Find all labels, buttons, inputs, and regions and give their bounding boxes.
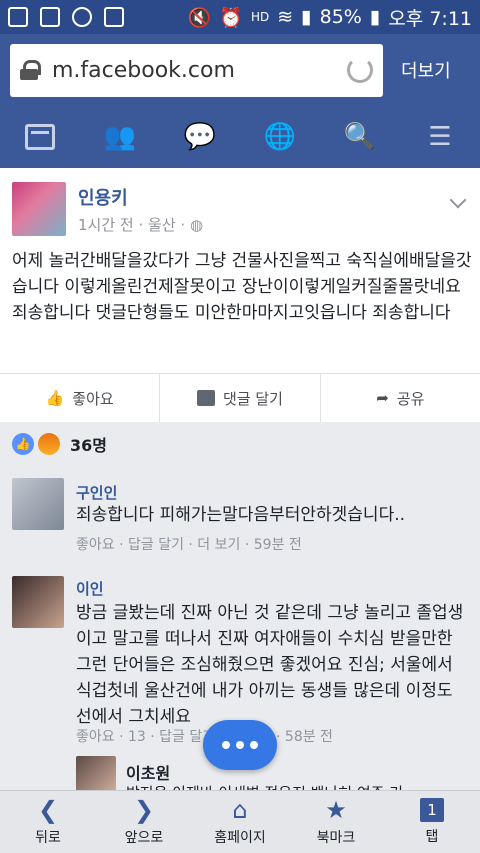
home-button[interactable]: ⌂ 홈페이지 [195, 797, 285, 847]
post-card: 인용키 1시간 전 · 울산 · ◍ 어제 놀러간배달을갔다가 그냥 건물사진을… [0, 168, 480, 422]
wifi-icon: ≋ [277, 6, 294, 28]
chevron-right-icon: ❯ [133, 796, 155, 824]
app-icon [72, 7, 92, 27]
post-actions: 👍 좋아요 댓글 달기 ➦ 공유 [0, 373, 480, 422]
chevron-left-icon: ❮ [37, 796, 59, 824]
more-button[interactable]: 더보기 [401, 57, 451, 83]
post-author[interactable]: 인용키 [78, 184, 128, 210]
like-reaction-icon: 👍 [12, 433, 34, 455]
clock: 오후 7:11 [388, 7, 472, 30]
post-meta-text: 1시간 전 · 울산 · [78, 216, 186, 234]
like-button[interactable]: 👍 좋아요 [0, 374, 161, 422]
comment-text: 죄송합니다 피해가는말다음부터안하겟습니다.. [76, 505, 406, 525]
forward-label: 앞으로 [124, 830, 164, 846]
friends-icon: 👥 [103, 122, 137, 152]
comment-icon [197, 390, 215, 406]
calendar-icon [104, 7, 124, 27]
thumbs-up-icon: 👍 [45, 389, 65, 407]
share-label: 공유 [396, 389, 425, 408]
dot-icon [250, 741, 258, 749]
reload-icon[interactable] [347, 57, 373, 83]
tabs-label: 탭 [425, 829, 439, 845]
search-icon: 🔍 [343, 122, 377, 152]
angry-reaction-icon [38, 433, 60, 455]
post-meta: 1시간 전 · 울산 · ◍ [78, 214, 203, 235]
tabs-button[interactable]: 1 탭 [387, 798, 477, 846]
reaction-count: 36명 [70, 436, 107, 455]
address-field[interactable]: m.facebook.com [10, 43, 383, 97]
mute-icon: 🔇 [187, 6, 212, 29]
browser-bottom-bar: ❮ 뒤로 ❯ 앞으로 ⌂ 홈페이지 ★ 북마크 1 탭 [0, 790, 480, 853]
facebook-nav-bar: 👥 💬 🌐 🔍 ☰ [0, 106, 480, 168]
comment-text: 방금 글봤는데 진짜 아닌 것 같은데 그냥 놀리고 졸업생이고 말고를 떠나서… [76, 603, 464, 727]
back-label: 뒤로 [35, 830, 61, 846]
signal-icon: ▮ [301, 6, 312, 28]
status-bar: 🔇 ⏰ HD ≋ ▮ 85% ▮ 오후 7:11 [0, 0, 480, 34]
avatar[interactable] [76, 756, 116, 790]
comment-item: 이인 방금 글봤는데 진짜 아닌 것 같은데 그냥 놀리고 졸업생이고 말고를 … [0, 570, 480, 745]
tabs-icon: 1 [420, 798, 444, 822]
friends-tab[interactable]: 👥 [103, 122, 137, 152]
like-label: 좋아요 [72, 389, 114, 408]
url-text[interactable]: m.facebook.com [52, 58, 347, 83]
back-button[interactable]: ❮ 뒤로 [3, 797, 93, 847]
news-feed-tab[interactable] [23, 122, 57, 152]
bookmark-button[interactable]: ★ 북마크 [291, 797, 381, 847]
alarm-icon: ⏰ [219, 6, 243, 29]
more-options-fab[interactable] [203, 720, 277, 770]
menu-tab[interactable]: ☰ [423, 122, 457, 152]
messages-icon: 💬 [183, 122, 217, 152]
comment-item: 구인인 죄송합니다 피해가는말다음부터안하겟습니다.. 좋아요 · 답글 달기 … [0, 470, 480, 570]
reactions-summary[interactable]: 👍 36명 [0, 422, 480, 466]
post-body: 어제 놀러간배달을갔다가 그냥 건물사진을찍고 숙직실에배달을갓습니다 이렇게올… [12, 251, 472, 323]
comment-button[interactable]: 댓글 달기 [160, 374, 321, 422]
comment-label: 댓글 달기 [223, 389, 283, 408]
comment-text: 방지용 이제바 이새벽 정유진 밴나혀 여주 기 [126, 780, 466, 790]
messages-tab[interactable]: 💬 [183, 122, 217, 152]
battery-percent: 85% [319, 6, 362, 28]
message-icon [8, 7, 28, 27]
chevron-down-icon[interactable] [449, 191, 467, 209]
forward-button[interactable]: ❯ 앞으로 [99, 797, 189, 847]
gallery-icon [40, 7, 60, 27]
comment-meta[interactable]: 좋아요 · 답글 달기 · 더 보기 · 59분 전 [76, 534, 302, 554]
home-icon: ⌂ [232, 796, 248, 824]
home-label: 홈페이지 [214, 830, 266, 846]
avatar[interactable] [12, 478, 64, 530]
globe-icon: 🌐 [263, 122, 297, 152]
battery-icon: ▮ [369, 6, 381, 28]
notifications-tab[interactable]: 🌐 [263, 122, 297, 152]
dot-icon [222, 741, 230, 749]
dot-icon [236, 741, 244, 749]
avatar[interactable] [12, 576, 64, 628]
share-button[interactable]: ➦ 공유 [321, 374, 480, 422]
comment-author[interactable]: 이인 [76, 578, 104, 599]
avatar[interactable] [12, 182, 66, 236]
browser-url-bar: m.facebook.com 더보기 [0, 34, 480, 106]
news-feed-icon [25, 124, 55, 150]
lock-icon [20, 60, 41, 80]
bookmark-label: 북마크 [316, 830, 356, 846]
status-bar-notifications [8, 7, 124, 27]
search-tab[interactable]: 🔍 [343, 122, 377, 152]
comment-author[interactable]: 구인인 [76, 482, 117, 503]
bookmark-icon: ★ [325, 796, 347, 824]
public-icon: ◍ [189, 216, 204, 234]
menu-icon: ☰ [428, 122, 452, 152]
share-icon: ➦ [376, 389, 389, 407]
status-bar-system: 🔇 ⏰ HD ≋ ▮ 85% ▮ 오후 7:11 [188, 4, 472, 31]
network-label: HD [250, 10, 270, 24]
